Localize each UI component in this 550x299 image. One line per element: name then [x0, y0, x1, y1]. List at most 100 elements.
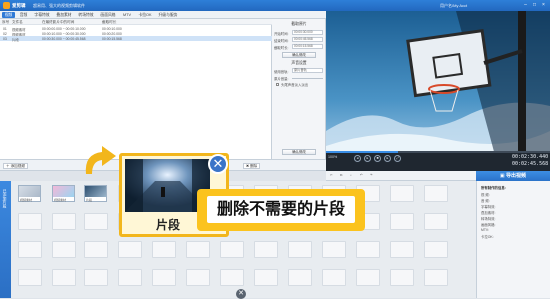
empty-clip-slot[interactable]: [390, 269, 414, 286]
app-subtitle: 超易用、强大的视频剪辑软件: [33, 3, 85, 8]
empty-clip-slot[interactable]: [356, 269, 380, 286]
tab-audio[interactable]: 音频: [17, 12, 30, 18]
fade-label: 头尾声音淡入淡出: [281, 83, 309, 87]
empty-clip-slot[interactable]: [152, 269, 176, 286]
delete-icon: ✖: [246, 164, 250, 168]
user-account[interactable]: 用户名/My Acct: [440, 3, 467, 9]
duration-field[interactable]: 00:00:15.568: [292, 44, 323, 49]
start-time-field[interactable]: 00:00:30.000: [292, 30, 323, 35]
remove-clip-icon[interactable]: ✕: [208, 154, 228, 174]
empty-clip-slot[interactable]: [322, 241, 346, 258]
delete-button[interactable]: ✖ 删除: [243, 163, 261, 169]
seek-progress: [326, 151, 398, 153]
empty-clip-slot[interactable]: [18, 269, 42, 286]
close-icon[interactable]: ×: [540, 2, 547, 9]
end-time-label: 结束时间:: [274, 39, 289, 43]
instruction-banner: 删除不需要的片段: [197, 189, 365, 231]
curved-arrow-icon: [85, 146, 116, 174]
tab-mtv[interactable]: MTV: [120, 12, 134, 18]
tab-style[interactable]: 画面风格: [98, 12, 118, 18]
empty-clip-slot[interactable]: [18, 213, 42, 230]
instruction-text: 删除不需要的片段: [207, 196, 355, 223]
clip-list-header: 序号 文件名 在最终影片中的时间 截取时长: [0, 19, 272, 25]
info-line: MTV:: [481, 228, 489, 232]
tab-karaoke[interactable]: 卡拉OK: [136, 12, 154, 18]
modify-trim-button[interactable]: 确认修改: [282, 52, 316, 58]
tab-subtitles[interactable]: 字幕特效: [32, 12, 52, 18]
col-time: 在最终影片中的时间: [42, 20, 75, 24]
empty-clip-slot[interactable]: [390, 213, 414, 230]
next-icon[interactable]: ▸: [384, 155, 391, 162]
minimize-icon[interactable]: –: [522, 2, 529, 9]
prev-icon[interactable]: ◂: [354, 155, 361, 162]
empty-clip-slot[interactable]: [186, 269, 210, 286]
empty-clip-slot[interactable]: [52, 241, 76, 258]
end-time-field[interactable]: 00:00:45.568: [292, 37, 323, 42]
zoom-icon[interactable]: ⌕: [350, 173, 352, 177]
add-video-button[interactable]: ＋ 添加视频: [3, 163, 28, 169]
empty-clip-slot[interactable]: [390, 241, 414, 258]
empty-clip-slot[interactable]: [84, 213, 108, 230]
play-icon[interactable]: ▸: [364, 155, 371, 162]
clip-thumbnail: [85, 186, 106, 197]
empty-clip-slot[interactable]: [356, 241, 380, 258]
video-preview: [326, 11, 550, 159]
empty-clip-slot[interactable]: [220, 241, 244, 258]
volume-slider[interactable]: [292, 78, 323, 79]
copy-icon[interactable]: ⧉: [340, 173, 342, 177]
empty-clip-slot[interactable]: [424, 213, 448, 230]
app-title: 爱剪辑: [12, 3, 26, 8]
audio-section-title: 声音设置: [291, 61, 307, 65]
info-line: 字幕特效:: [481, 205, 496, 209]
add-icon: ＋: [6, 164, 10, 168]
clip-label: 视频素材: [54, 197, 67, 202]
clip-properties-panel: 截取原片 开始时间: 00:00:30.000 结束时间: 00:00:45.5…: [272, 19, 326, 159]
empty-clip-slot[interactable]: [322, 269, 346, 286]
speed-readout[interactable]: 100%: [328, 155, 337, 159]
track-select[interactable]: 原片音轨: [292, 68, 323, 73]
maximize-icon[interactable]: □: [531, 2, 538, 9]
tab-video[interactable]: 视频: [2, 12, 15, 18]
player-controls: 100% ◂ ▸ ■ ▸ ⤢ 00:02:30.440 00:02:45.568: [326, 151, 550, 171]
empty-clip-slot[interactable]: [390, 185, 414, 202]
tab-transition[interactable]: 转场特效: [76, 12, 96, 18]
timeline-clip-2[interactable]: 视频素材: [52, 185, 75, 202]
empty-clip-slot[interactable]: [152, 241, 176, 258]
table-row-selected[interactable]: 03 片段 00:00:30.000 ~ 00:00:45.568 00:00:…: [0, 36, 272, 42]
empty-clip-slot[interactable]: [52, 269, 76, 286]
empty-clip-slot[interactable]: [84, 241, 108, 258]
empty-clip-slot[interactable]: [288, 241, 312, 258]
confirm-button[interactable]: 确认修改: [282, 149, 316, 155]
redo-icon[interactable]: ↷: [370, 173, 373, 177]
tab-overlay[interactable]: 叠加素材: [54, 12, 74, 18]
empty-clip-slot[interactable]: [18, 241, 42, 258]
timeline-clip-1[interactable]: 视频素材: [18, 185, 41, 202]
info-line: 转场特效:: [481, 217, 496, 221]
scissors-icon[interactable]: ✂: [330, 173, 333, 177]
empty-clip-slot[interactable]: [118, 269, 142, 286]
col-filename: 文件名: [12, 20, 23, 24]
empty-clip-slot[interactable]: [424, 241, 448, 258]
undo-icon[interactable]: ↶: [360, 173, 363, 177]
export-video-button[interactable]: ▣ 导出视频: [476, 171, 550, 181]
empty-clip-slot[interactable]: [254, 269, 278, 286]
empty-clip-slot[interactable]: [84, 269, 108, 286]
info-line: 音 频:: [481, 199, 490, 203]
empty-clip-slot[interactable]: [424, 185, 448, 202]
empty-clip-slot[interactable]: [424, 269, 448, 286]
export-label: 导出视频: [506, 173, 527, 179]
info-title: 所有制作的信息:: [481, 186, 506, 190]
fade-checkbox[interactable]: [276, 83, 279, 86]
empty-clip-slot[interactable]: [52, 213, 76, 230]
empty-clip-slot[interactable]: [288, 269, 312, 286]
fullscreen-icon[interactable]: ⤢: [394, 155, 401, 162]
empty-clip-slot[interactable]: [186, 241, 210, 258]
empty-clip-slot[interactable]: [118, 241, 142, 258]
clip-thumbnail: [19, 186, 40, 197]
tab-upgrade[interactable]: 升级与服务: [156, 12, 180, 18]
timeline-clip-3[interactable]: 片段: [84, 185, 107, 202]
clip-thumbnail: [53, 186, 74, 197]
empty-clip-slot[interactable]: [254, 241, 278, 258]
stop-icon[interactable]: ■: [374, 155, 381, 162]
empty-clip-slot[interactable]: [220, 269, 244, 286]
